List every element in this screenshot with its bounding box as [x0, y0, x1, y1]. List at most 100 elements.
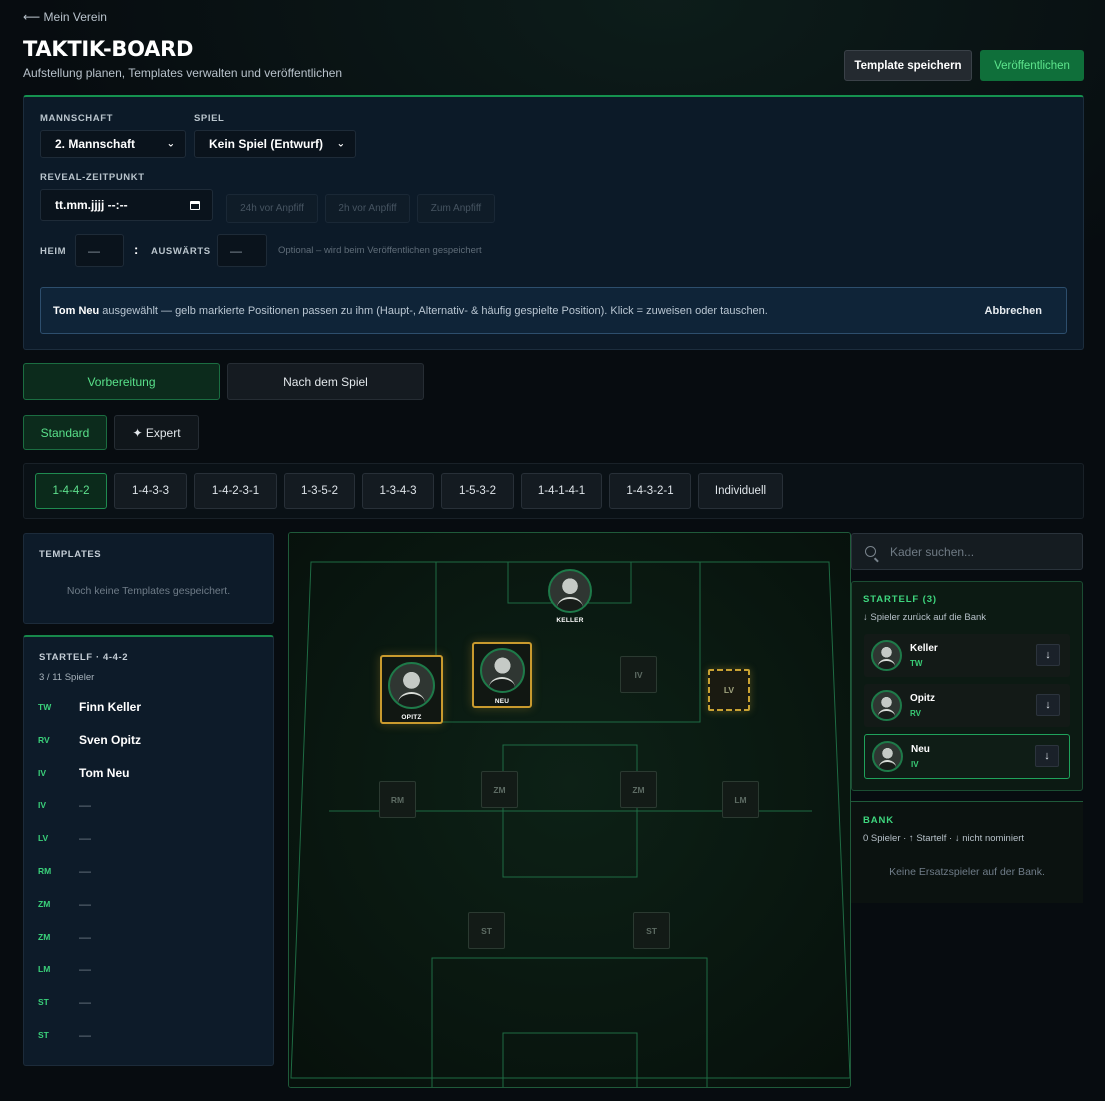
- publish-button[interactable]: Veröffentlichen: [980, 50, 1084, 81]
- squad-card-name: Neu: [911, 744, 930, 755]
- lineup-row[interactable]: IV Tom Neu: [38, 763, 258, 783]
- pitch-player-label: NEU: [494, 698, 510, 705]
- slot-st-right[interactable]: ST: [633, 912, 670, 949]
- slot-st-left[interactable]: ST: [468, 912, 505, 949]
- bench-note: 0 Spieler · ↑ Startelf · ↓ nicht nominie…: [863, 833, 1025, 844]
- lineup-row[interactable]: ZM —: [38, 927, 258, 947]
- away-score-input[interactable]: —: [217, 234, 267, 267]
- lineup-row-player: —: [79, 962, 91, 977]
- cancel-selection-button[interactable]: Abbrechen: [985, 305, 1042, 317]
- home-score-input[interactable]: —: [75, 234, 124, 267]
- lineup-row[interactable]: ST —: [38, 992, 258, 1012]
- squad-card-keller[interactable]: Keller TW ↓: [864, 634, 1070, 677]
- templates-title: TEMPLATES: [39, 549, 102, 560]
- lineup-row-position: ZM: [38, 931, 51, 942]
- player-avatar: [871, 640, 902, 671]
- squad-card-opitz[interactable]: Opitz RV ↓: [864, 684, 1070, 727]
- chevron-down-icon: ⌄: [166, 138, 175, 150]
- slot-lm[interactable]: LM: [722, 781, 759, 818]
- lineup-row-player: —: [79, 798, 91, 813]
- formation-custom[interactable]: Individuell: [698, 473, 783, 509]
- calendar-icon[interactable]: [190, 201, 200, 210]
- tab-preparation[interactable]: Vorbereitung: [23, 363, 220, 400]
- lineup-row[interactable]: TW Finn Keller: [38, 697, 258, 717]
- pitch-player-neu[interactable]: NEU: [472, 642, 532, 708]
- slot-zm-left[interactable]: ZM: [481, 771, 518, 808]
- preset-kickoff-button[interactable]: Zum Anpfiff: [417, 194, 495, 223]
- squad-card-position: TW: [910, 659, 923, 668]
- pitch-player-opitz[interactable]: OPITZ: [380, 655, 443, 724]
- lineup-row-player: Sven Opitz: [79, 732, 142, 747]
- lineup-row[interactable]: RM —: [38, 861, 258, 881]
- starters-note: ↓ Spieler zurück auf die Bank: [863, 612, 987, 623]
- preset-24h-button[interactable]: 24h vor Anpfiff: [226, 194, 318, 223]
- templates-panel: TEMPLATES Noch keine Templates gespeiche…: [23, 533, 274, 624]
- reveal-datetime-input[interactable]: tt.mm.jjjj --:--: [40, 189, 213, 221]
- squad-search-placeholder: Kader suchen...: [890, 544, 975, 559]
- squad-card-neu[interactable]: Neu IV ↓: [864, 734, 1070, 779]
- formation-1-4-2-3-1[interactable]: 1-4-2-3-1: [194, 473, 277, 509]
- move-to-bench-button[interactable]: ↓: [1036, 694, 1060, 716]
- search-icon: [865, 546, 876, 557]
- selection-hint-banner: Tom Neu ausgewählt — gelb markierte Posi…: [40, 287, 1067, 334]
- lineup-row-player: —: [79, 995, 91, 1010]
- formation-1-5-3-2[interactable]: 1-5-3-2: [441, 473, 514, 509]
- formation-1-4-4-2[interactable]: 1-4-4-2: [35, 473, 107, 509]
- lineup-row-position: ST: [38, 1030, 49, 1040]
- team-select[interactable]: 2. Mannschaft ⌄: [40, 130, 186, 158]
- formation-1-4-3-3[interactable]: 1-4-3-3: [114, 473, 187, 509]
- move-to-bench-button[interactable]: ↓: [1036, 644, 1060, 666]
- mode-expert-button[interactable]: ✦ Expert: [114, 415, 199, 450]
- lineup-row[interactable]: LV —: [38, 828, 258, 848]
- move-to-bench-button[interactable]: ↓: [1035, 745, 1059, 767]
- page-title: TAKTIK-BOARD: [23, 37, 194, 61]
- pitch-player-keller[interactable]: KELLER: [546, 569, 594, 624]
- mode-standard-button[interactable]: Standard: [23, 415, 107, 450]
- page-subtitle: Aufstellung planen, Templates verwalten …: [23, 66, 343, 80]
- selected-player-name: Tom Neu: [53, 304, 100, 317]
- lineup-row[interactable]: ZM —: [38, 894, 258, 914]
- formation-1-3-4-3[interactable]: 1-3-4-3: [362, 473, 434, 509]
- bench-panel: BANK 0 Spieler · ↑ Startelf · ↓ nicht no…: [851, 801, 1083, 903]
- slot-zm-right[interactable]: ZM: [620, 771, 657, 808]
- save-template-button[interactable]: Template speichern: [844, 50, 972, 81]
- squad-card-position: IV: [911, 760, 919, 769]
- lineup-row-player: —: [79, 896, 91, 911]
- slot-iv[interactable]: IV: [620, 656, 657, 693]
- lineup-row[interactable]: IV —: [38, 795, 258, 815]
- lineup-row-position: IV: [38, 800, 47, 811]
- lineup-row[interactable]: ST —: [38, 1025, 258, 1045]
- formation-1-4-1-4-1[interactable]: 1-4-1-4-1: [521, 473, 602, 509]
- match-select[interactable]: Kein Spiel (Entwurf) ⌄: [194, 130, 356, 158]
- lineup-row[interactable]: RV Sven Opitz: [38, 730, 258, 750]
- squad-card-position: RV: [910, 709, 921, 718]
- lineup-row[interactable]: LM —: [38, 959, 258, 979]
- formation-1-3-5-2[interactable]: 1-3-5-2: [284, 473, 355, 509]
- lineup-count: 3 / 11 Spieler: [39, 672, 95, 683]
- formation-1-4-3-2-1[interactable]: 1-4-3-2-1: [609, 473, 691, 509]
- lineup-row-position: RM: [38, 866, 52, 876]
- team-label: MANNSCHAFT: [40, 113, 114, 124]
- slot-lv[interactable]: LV: [708, 669, 750, 711]
- bench-title: BANK: [863, 815, 895, 826]
- reveal-datetime-value: tt.mm.jjjj --:--: [55, 198, 128, 212]
- lineup-row-position: LM: [38, 964, 51, 975]
- back-link[interactable]: ⟵ Mein Verein: [23, 10, 107, 24]
- lineup-row-player: Tom Neu: [79, 765, 130, 780]
- formation-selector: 1-4-4-2 1-4-3-3 1-4-2-3-1 1-3-5-2 1-3-4-…: [23, 463, 1084, 519]
- squad-search-input[interactable]: Kader suchen...: [851, 533, 1083, 570]
- lineup-row-position: IV: [38, 767, 47, 778]
- team-select-value: 2. Mannschaft: [55, 137, 136, 151]
- score-separator: :: [134, 242, 139, 257]
- pitch: IV LV RM ZM ZM LM ST ST KELLER OPITZ NEU: [288, 532, 851, 1088]
- pitch-player-label: OPITZ: [401, 714, 422, 721]
- score-hint: Optional – wird beim Veröffentlichen ges…: [278, 245, 482, 256]
- lineup-row-player: —: [79, 831, 91, 846]
- away-score-label: AUSWÄRTS: [151, 246, 211, 257]
- slot-rm[interactable]: RM: [379, 781, 416, 818]
- lineup-row-position: TW: [38, 702, 52, 712]
- tab-post-match[interactable]: Nach dem Spiel: [227, 363, 424, 400]
- lineup-row-position: RV: [38, 734, 50, 745]
- preset-2h-button[interactable]: 2h vor Anpfiff: [325, 194, 410, 223]
- lineup-row-player: Finn Keller: [79, 700, 142, 714]
